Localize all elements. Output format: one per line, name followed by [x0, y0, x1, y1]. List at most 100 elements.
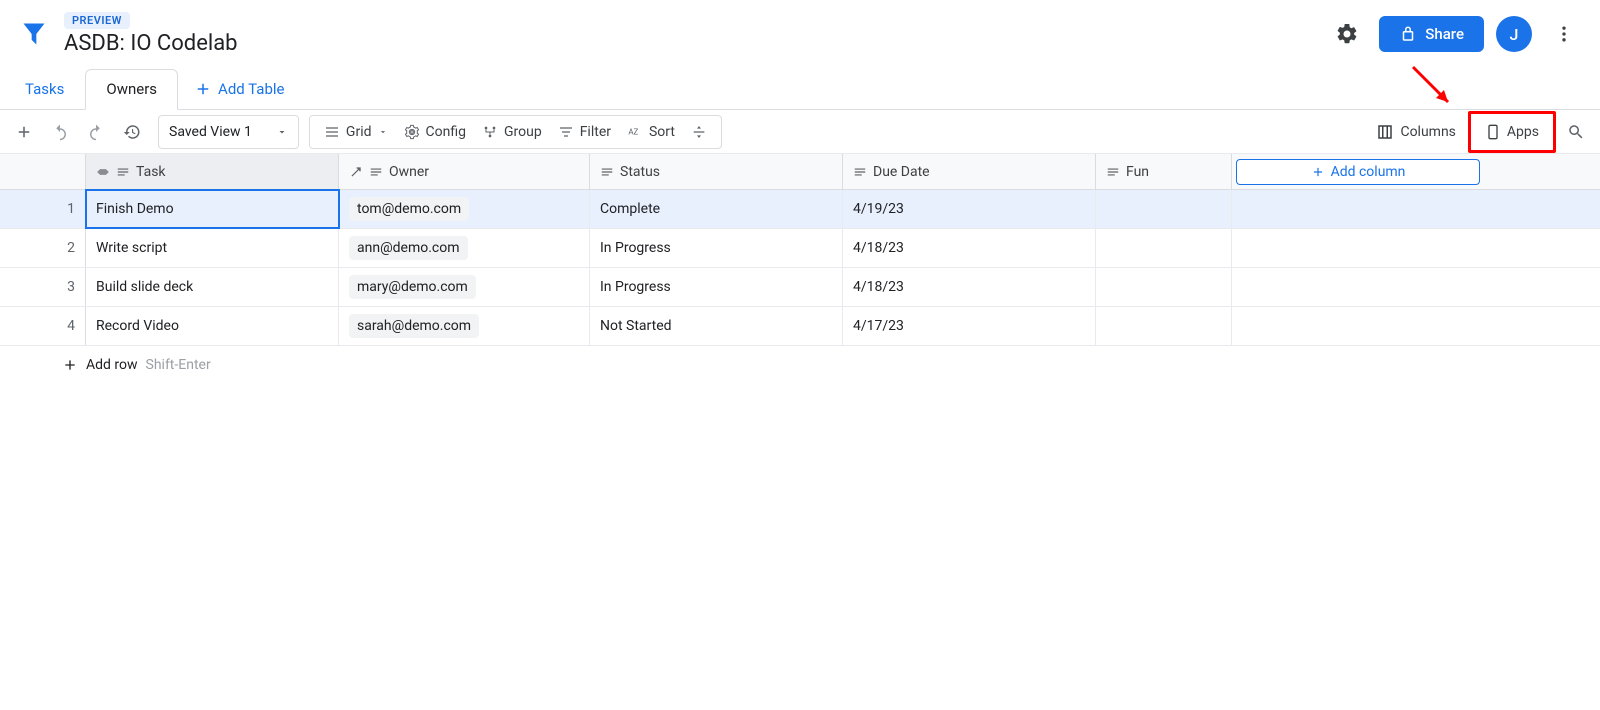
document-title[interactable]: ASDB: IO Codelab	[64, 31, 1327, 56]
table-header-row: Task Owner Status Due Date Fun Add colum…	[0, 154, 1600, 190]
share-button[interactable]: Share	[1379, 16, 1484, 52]
undo-icon	[51, 123, 69, 141]
text-icon	[116, 165, 130, 179]
apps-button-highlighted: Apps	[1468, 111, 1556, 153]
cell-empty	[1232, 190, 1484, 228]
column-label: Task	[136, 164, 166, 180]
add-column-header: Add column	[1232, 154, 1484, 189]
gear-icon	[1335, 22, 1359, 46]
cell-due-date[interactable]: 4/18/23	[843, 229, 1096, 267]
column-label: Owner	[389, 164, 429, 180]
list-icon	[324, 124, 340, 140]
cell-due-date[interactable]: 4/17/23	[843, 307, 1096, 345]
cell-owner[interactable]: sarah@demo.com	[339, 307, 590, 345]
table-row[interactable]: 1Finish Demotom@demo.comComplete4/19/23	[0, 190, 1600, 229]
config-label: Config	[426, 124, 466, 140]
column-label: Fun	[1126, 164, 1149, 180]
filter-button[interactable]: Filter	[550, 116, 619, 148]
cell-empty	[1232, 307, 1484, 345]
add-button[interactable]	[8, 116, 40, 148]
share-label: Share	[1425, 25, 1464, 43]
add-table-button[interactable]: Add Table	[178, 80, 300, 98]
cell-owner[interactable]: ann@demo.com	[339, 229, 590, 267]
svg-text:AZ: AZ	[628, 127, 638, 136]
apps-label: Apps	[1507, 124, 1539, 140]
column-header-status[interactable]: Status	[590, 154, 843, 189]
column-header-fun[interactable]: Fun	[1096, 154, 1232, 189]
cell-owner[interactable]: tom@demo.com	[339, 190, 590, 228]
filter-icon	[558, 124, 574, 140]
grid-label: Grid	[346, 124, 372, 140]
cell-status[interactable]: Not Started	[590, 307, 843, 345]
cell-owner[interactable]: mary@demo.com	[339, 268, 590, 306]
row-height-button[interactable]	[683, 116, 715, 148]
redo-icon	[87, 123, 105, 141]
cell-fun[interactable]	[1096, 190, 1232, 228]
undo-button[interactable]	[44, 116, 76, 148]
grid-view-button[interactable]: Grid	[316, 116, 396, 148]
row-number: 4	[0, 307, 86, 345]
add-row-label: Add row	[86, 357, 138, 373]
cell-fun[interactable]	[1096, 268, 1232, 306]
plus-icon	[62, 357, 78, 373]
owner-chip: sarah@demo.com	[349, 314, 479, 338]
cell-empty	[1232, 268, 1484, 306]
text-icon	[600, 165, 614, 179]
columns-button[interactable]: Columns	[1368, 116, 1463, 148]
columns-label: Columns	[1400, 124, 1455, 140]
cell-status[interactable]: Complete	[590, 190, 843, 228]
cell-task[interactable]: Write script	[86, 229, 339, 267]
cell-task[interactable]: Record Video	[86, 307, 339, 345]
filter-label: Filter	[580, 124, 611, 140]
table-tabs: Tasks Owners Add Table	[0, 68, 1600, 110]
row-height-icon	[691, 124, 707, 140]
cell-status[interactable]: In Progress	[590, 268, 843, 306]
cell-due-date[interactable]: 4/19/23	[843, 190, 1096, 228]
table-row[interactable]: 2Write scriptann@demo.comIn Progress4/18…	[0, 229, 1600, 268]
sort-button[interactable]: AZ Sort	[619, 116, 683, 148]
plus-icon	[15, 123, 33, 141]
tab-owners[interactable]: Owners	[85, 69, 178, 110]
add-column-label: Add column	[1331, 164, 1406, 180]
config-button[interactable]: Config	[396, 116, 474, 148]
cell-empty	[1232, 229, 1484, 267]
cell-task[interactable]: Finish Demo	[86, 190, 339, 228]
saved-view-selector[interactable]: Saved View 1	[158, 115, 299, 149]
row-number: 1	[0, 190, 86, 228]
app-header: PREVIEW ASDB: IO Codelab Share J	[0, 0, 1600, 68]
tab-tasks[interactable]: Tasks	[4, 68, 85, 109]
apps-button[interactable]: Apps	[1477, 116, 1547, 148]
search-button[interactable]	[1560, 116, 1592, 148]
column-header-task[interactable]: Task	[86, 154, 339, 189]
sort-label: Sort	[649, 124, 675, 140]
title-area: PREVIEW ASDB: IO Codelab	[64, 12, 1327, 56]
settings-button[interactable]	[1327, 14, 1367, 54]
add-column-button[interactable]: Add column	[1236, 159, 1480, 185]
row-number-header	[0, 154, 86, 189]
cell-due-date[interactable]: 4/18/23	[843, 268, 1096, 306]
cell-fun[interactable]	[1096, 229, 1232, 267]
cell-task[interactable]: Build slide deck	[86, 268, 339, 306]
cell-status[interactable]: In Progress	[590, 229, 843, 267]
table-row[interactable]: 3Build slide deckmary@demo.comIn Progres…	[0, 268, 1600, 307]
column-label: Due Date	[873, 164, 930, 180]
cell-fun[interactable]	[1096, 307, 1232, 345]
add-row-button[interactable]: Add row Shift-Enter	[0, 346, 1600, 384]
chevron-down-icon	[276, 126, 288, 138]
group-button[interactable]: Group	[474, 116, 550, 148]
columns-icon	[1376, 123, 1394, 141]
history-icon	[123, 123, 141, 141]
table-row[interactable]: 4Record Video sarah@demo.com Not Started4/…	[0, 307, 1600, 346]
header-actions: Share J	[1327, 14, 1584, 54]
data-table: Task Owner Status Due Date Fun Add colum…	[0, 154, 1600, 384]
redo-button[interactable]	[80, 116, 112, 148]
more-menu-button[interactable]	[1544, 14, 1584, 54]
view-options-group: Grid Config Group Filter AZ Sort	[309, 115, 722, 149]
plus-icon	[194, 80, 212, 98]
row-number: 2	[0, 229, 86, 267]
column-header-owner[interactable]: Owner	[339, 154, 590, 189]
user-avatar[interactable]: J	[1496, 16, 1532, 52]
history-button[interactable]	[116, 116, 148, 148]
column-header-due-date[interactable]: Due Date	[843, 154, 1096, 189]
group-label: Group	[504, 124, 542, 140]
